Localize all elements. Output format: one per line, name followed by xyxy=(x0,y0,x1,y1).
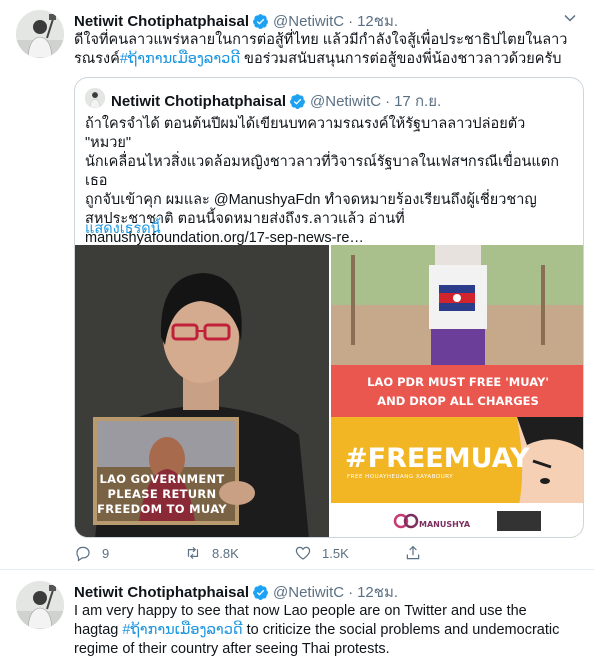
quoted-author-avatar xyxy=(85,88,105,108)
quoted-tweet-timestamp: 17 ก.ย. xyxy=(394,93,442,110)
author-handle[interactable]: @NetiwitC xyxy=(273,13,344,30)
hashtag-link[interactable]: #ຖ້າການເມືອງລາວດີ xyxy=(122,622,242,638)
tweet-text-line: hagtag #ຖ້າການເມືອງລາວດີ to criticize th… xyxy=(74,621,584,640)
sign-text-line: PLEASE RETURN xyxy=(107,487,217,501)
more-options-chevron-icon[interactable] xyxy=(560,8,580,28)
manushya-logo: MANUSHYA xyxy=(419,520,471,529)
banner-text-line: LAO PDR MUST FREE 'MUAY' xyxy=(367,375,549,389)
banner-text-line: AND DROP ALL CHARGES xyxy=(377,394,539,408)
tweet-timestamp[interactable]: 12ชม. xyxy=(357,580,398,604)
tweet-text-line: I am very happy to see that now Lao peop… xyxy=(74,603,527,619)
tweet-timestamp[interactable]: 12ชม. xyxy=(357,9,398,33)
author-name[interactable]: Netiwit Chotiphatphaisal xyxy=(74,584,249,601)
quoted-text-line: ถูกจับเข้าคุก ผมและ @ManushyaFdn ทำจดหมา… xyxy=(85,192,537,208)
tweet-actions-bar: 9 8.8K 1.5K xyxy=(74,542,514,564)
quoted-tweet-header: Netiwit Chotiphatphaisal @NetiwitC · 17 … xyxy=(111,89,441,113)
tweet-text: ดีใจที่คนลาวแพร่หลายในการต่อสู้ที่ไทย แล… xyxy=(74,31,584,69)
show-thread-link[interactable]: แสดงเธรดนี้ xyxy=(85,217,161,240)
tweet-text-fragment: to criticize the social problems and und… xyxy=(242,622,560,638)
author-avatar[interactable] xyxy=(16,581,64,629)
retweet-count: 8.8K xyxy=(212,545,239,561)
quoted-author-name: Netiwit Chotiphatphaisal xyxy=(111,92,287,110)
tweet-header: Netiwit Chotiphatphaisal @NetiwitC · 12ช… xyxy=(74,9,398,33)
quoted-text-line: ถ้าใครจำได้ ตอนต้นปีผมได้เขียนบทความรณรง… xyxy=(85,116,526,151)
author-avatar[interactable] xyxy=(16,10,64,58)
quoted-text-line: นักเคลื่อนไหวสิ่งแวดล้อมหญิงชาวลาวที่วิจ… xyxy=(85,154,559,189)
verified-badge-icon xyxy=(252,584,269,601)
photo-freemuay-poster[interactable]: LAO PDR MUST FREE 'MUAY' AND DROP ALL CH… xyxy=(331,245,583,537)
reply-icon xyxy=(76,546,90,562)
freemuay-subtitle: FREE HOUAYHEUANG XAYABOURY xyxy=(347,474,454,480)
author-name[interactable]: Netiwit Chotiphatphaisal xyxy=(74,13,249,30)
freemuay-hashtag-graphic: #FREEMUAY xyxy=(345,443,530,474)
reply-button[interactable]: 9 xyxy=(74,544,184,562)
tweet[interactable]: Netiwit Chotiphatphaisal @NetiwitC · 12ช… xyxy=(0,571,594,668)
retweet-button[interactable]: 8.8K xyxy=(184,544,294,562)
share-icon xyxy=(406,545,420,560)
author-handle[interactable]: @NetiwitC xyxy=(273,584,344,601)
photo-protester-with-sign[interactable]: LAO GOVERNMENT PLEASE RETURN FREEDOM TO … xyxy=(75,245,329,537)
separator-dot: · xyxy=(348,12,354,30)
verified-badge-icon xyxy=(289,93,306,110)
tweet-text-line2: ขอร่วมสนับสนุนการต่อสู้ของพี่น้องชาวลาวด… xyxy=(240,51,562,67)
heart-icon xyxy=(295,546,311,560)
share-button[interactable] xyxy=(404,544,514,562)
quoted-author-handle: @NetiwitC xyxy=(310,92,382,110)
tweet-text-line: regime of their country after seeing Tha… xyxy=(74,641,390,657)
sign-text-line: FREEDOM TO MUAY xyxy=(97,502,227,516)
retweet-icon xyxy=(187,546,199,560)
sign-text-line: LAO GOVERNMENT xyxy=(99,472,225,486)
separator-dot: · xyxy=(348,583,354,601)
reply-count: 9 xyxy=(102,545,110,561)
like-button[interactable]: 1.5K xyxy=(294,544,404,562)
verified-badge-icon xyxy=(252,13,269,30)
like-count: 1.5K xyxy=(322,545,349,561)
tweet[interactable]: Netiwit Chotiphatphaisal @NetiwitC · 12ช… xyxy=(0,0,594,570)
tweet-header: Netiwit Chotiphatphaisal @NetiwitC · 12ช… xyxy=(74,580,398,604)
hashtag-link[interactable]: #ຖ້າການເມືອງລາວດີ xyxy=(120,51,240,67)
tweet-text: I am very happy to see that now Lao peop… xyxy=(74,602,584,659)
separator-dot: · xyxy=(385,92,391,110)
media-grid: LAO GOVERNMENT PLEASE RETURN FREEDOM TO … xyxy=(75,245,583,537)
tweet-text-fragment: hagtag xyxy=(74,622,123,638)
quoted-tweet[interactable]: Netiwit Chotiphatphaisal @NetiwitC · 17 … xyxy=(74,77,584,538)
